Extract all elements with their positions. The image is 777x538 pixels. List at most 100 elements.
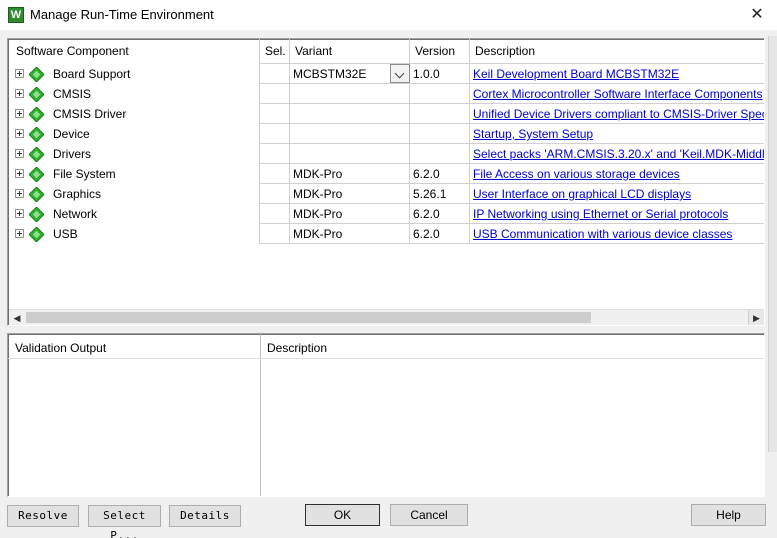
validation-description-header: Description — [267, 341, 328, 355]
component-name: Graphics — [53, 187, 102, 201]
sel-cell[interactable] — [260, 164, 289, 184]
expand-icon[interactable] — [15, 129, 24, 138]
component-row[interactable]: USB — [8, 224, 258, 244]
component-grid: Software Component Sel. Variant Version … — [7, 38, 765, 326]
validation-panel: Validation Output Description — [7, 333, 765, 497]
expand-icon[interactable] — [15, 169, 24, 178]
description-link[interactable]: User Interface on graphical LCD displays — [473, 184, 764, 204]
col-divider — [469, 39, 470, 243]
row-divider — [259, 243, 764, 244]
expand-icon[interactable] — [15, 69, 24, 78]
close-button[interactable]: ✕ — [744, 3, 770, 27]
header-sel[interactable]: Sel. — [259, 39, 289, 63]
description-link[interactable]: Unified Device Drivers compliant to CMSI… — [473, 104, 764, 124]
component-name: File System — [53, 167, 116, 181]
component-name: CMSIS Driver — [53, 107, 127, 121]
scroll-left-arrow-icon[interactable]: ◀ — [9, 310, 25, 325]
component-row[interactable]: CMSIS — [8, 84, 258, 104]
version-cell: 1.0.0 — [413, 67, 440, 81]
component-row[interactable]: Network — [8, 204, 258, 224]
component-name: CMSIS — [53, 87, 92, 101]
header-software-component[interactable]: Software Component — [10, 39, 260, 63]
component-diamond-icon — [29, 187, 44, 202]
component-name: Device — [53, 127, 90, 141]
sel-cell[interactable] — [260, 64, 289, 84]
variant-cell[interactable]: MCBSTM32E — [293, 64, 388, 84]
cancel-button[interactable]: Cancel — [390, 504, 468, 526]
col-divider — [289, 39, 290, 243]
variant-cell: MDK-Pro — [293, 167, 343, 181]
version-cell — [413, 144, 469, 164]
sel-cell[interactable] — [260, 224, 289, 244]
component-diamond-icon — [29, 67, 44, 82]
component-name: USB — [53, 227, 78, 241]
component-row[interactable]: CMSIS Driver — [8, 104, 258, 124]
component-row[interactable]: Graphics — [8, 184, 258, 204]
description-link[interactable]: Select packs 'ARM.CMSIS.3.20.x' and 'Kei… — [473, 144, 764, 164]
sel-cell[interactable] — [260, 204, 289, 224]
variant-cell — [293, 124, 388, 144]
component-row[interactable]: Board Support — [8, 64, 258, 84]
window-title: Manage Run-Time Environment — [30, 7, 214, 22]
component-diamond-icon — [29, 107, 44, 122]
expand-icon[interactable] — [15, 209, 24, 218]
sel-cell[interactable] — [260, 104, 289, 124]
version-cell: 6.2.0 — [413, 167, 440, 181]
help-button[interactable]: Help — [691, 504, 766, 526]
details-button[interactable]: Details — [169, 505, 241, 527]
component-diamond-icon — [29, 167, 44, 182]
sel-cell[interactable] — [260, 184, 289, 204]
resolve-button[interactable]: Resolve — [7, 505, 79, 527]
version-cell — [413, 84, 469, 104]
validation-output-header: Validation Output — [15, 341, 107, 355]
variant-cell: MDK-Pro — [293, 227, 343, 241]
description-link[interactable]: Cortex Microcontroller Software Interfac… — [473, 84, 764, 104]
component-row[interactable]: Device — [8, 124, 258, 144]
description-link[interactable]: Keil Development Board MCBSTM32E — [473, 64, 764, 84]
version-cell: 6.2.0 — [413, 207, 440, 221]
expand-icon[interactable] — [15, 109, 24, 118]
header-description[interactable]: Description — [469, 39, 764, 63]
scroll-right-arrow-icon[interactable]: ▶ — [748, 310, 764, 325]
scrollbar-thumb[interactable] — [26, 312, 591, 323]
variant-cell — [293, 104, 388, 124]
version-cell: 6.2.0 — [413, 227, 440, 241]
variant-cell — [293, 84, 388, 104]
expand-icon[interactable] — [15, 189, 24, 198]
app-icon: W — [8, 7, 24, 23]
version-cell — [413, 104, 469, 124]
variant-dropdown-button[interactable] — [390, 64, 410, 83]
variant-cell — [293, 144, 388, 164]
sel-cell[interactable] — [260, 124, 289, 144]
description-link[interactable]: Startup, System Setup — [473, 124, 764, 144]
version-cell — [413, 124, 469, 144]
component-diamond-icon — [29, 147, 44, 162]
sel-cell[interactable] — [260, 144, 289, 164]
description-link[interactable]: File Access on various storage devices — [473, 164, 764, 184]
version-cell: 5.26.1 — [413, 187, 447, 201]
header-variant[interactable]: Variant — [289, 39, 409, 63]
header-version[interactable]: Version — [409, 39, 469, 63]
component-diamond-icon — [29, 227, 44, 242]
window-scrollbar[interactable] — [768, 36, 777, 452]
component-row[interactable]: Drivers — [8, 144, 258, 164]
horizontal-scrollbar[interactable]: ◀ ▶ — [9, 309, 764, 325]
description-link[interactable]: IP Networking using Ethernet or Serial p… — [473, 204, 764, 224]
variant-cell: MDK-Pro — [293, 207, 343, 221]
component-name: Network — [53, 207, 98, 221]
sel-cell[interactable] — [260, 84, 289, 104]
description-link[interactable]: USB Communication with various device cl… — [473, 224, 764, 244]
header-divider — [8, 358, 764, 359]
component-diamond-icon — [29, 127, 44, 142]
title-bar: W Manage Run-Time Environment ✕ — [0, 0, 777, 30]
component-diamond-icon — [29, 207, 44, 222]
select-packs-button[interactable]: Select P... — [88, 505, 161, 538]
expand-icon[interactable] — [15, 89, 24, 98]
ok-button[interactable]: OK — [305, 504, 380, 526]
expand-icon[interactable] — [15, 229, 24, 238]
expand-icon[interactable] — [15, 149, 24, 158]
component-name: Drivers — [53, 147, 91, 161]
variant-cell: MDK-Pro — [293, 187, 343, 201]
component-name: Board Support — [53, 67, 131, 81]
component-row[interactable]: File System — [8, 164, 258, 184]
